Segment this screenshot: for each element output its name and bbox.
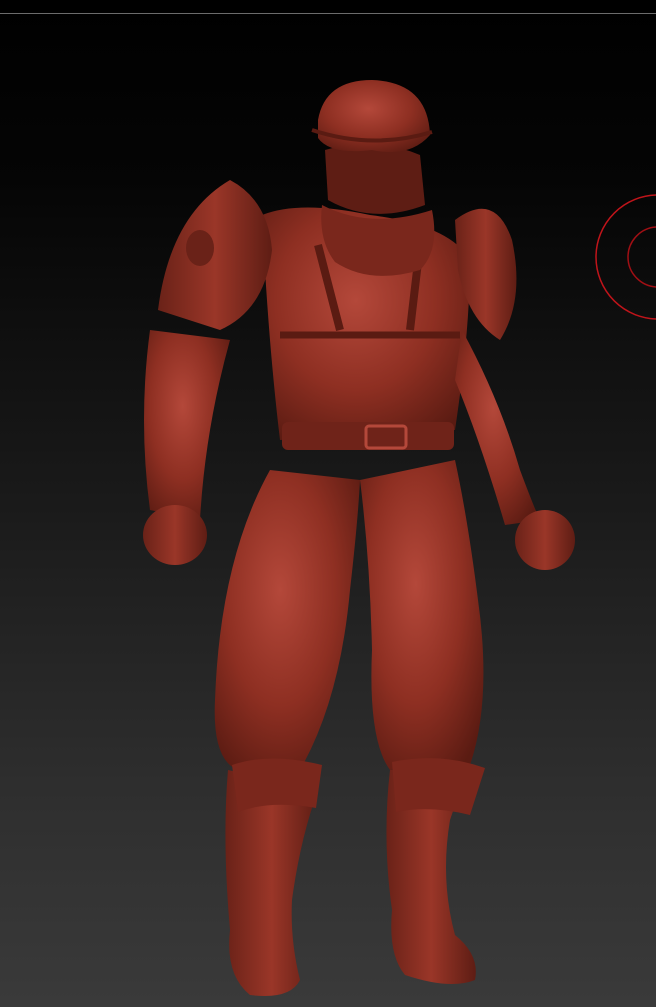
figure-legs	[214, 460, 485, 996]
sculpted-figure[interactable]	[0, 0, 656, 1007]
figure-head	[311, 80, 435, 276]
sculpt-viewport[interactable]	[0, 0, 656, 1007]
